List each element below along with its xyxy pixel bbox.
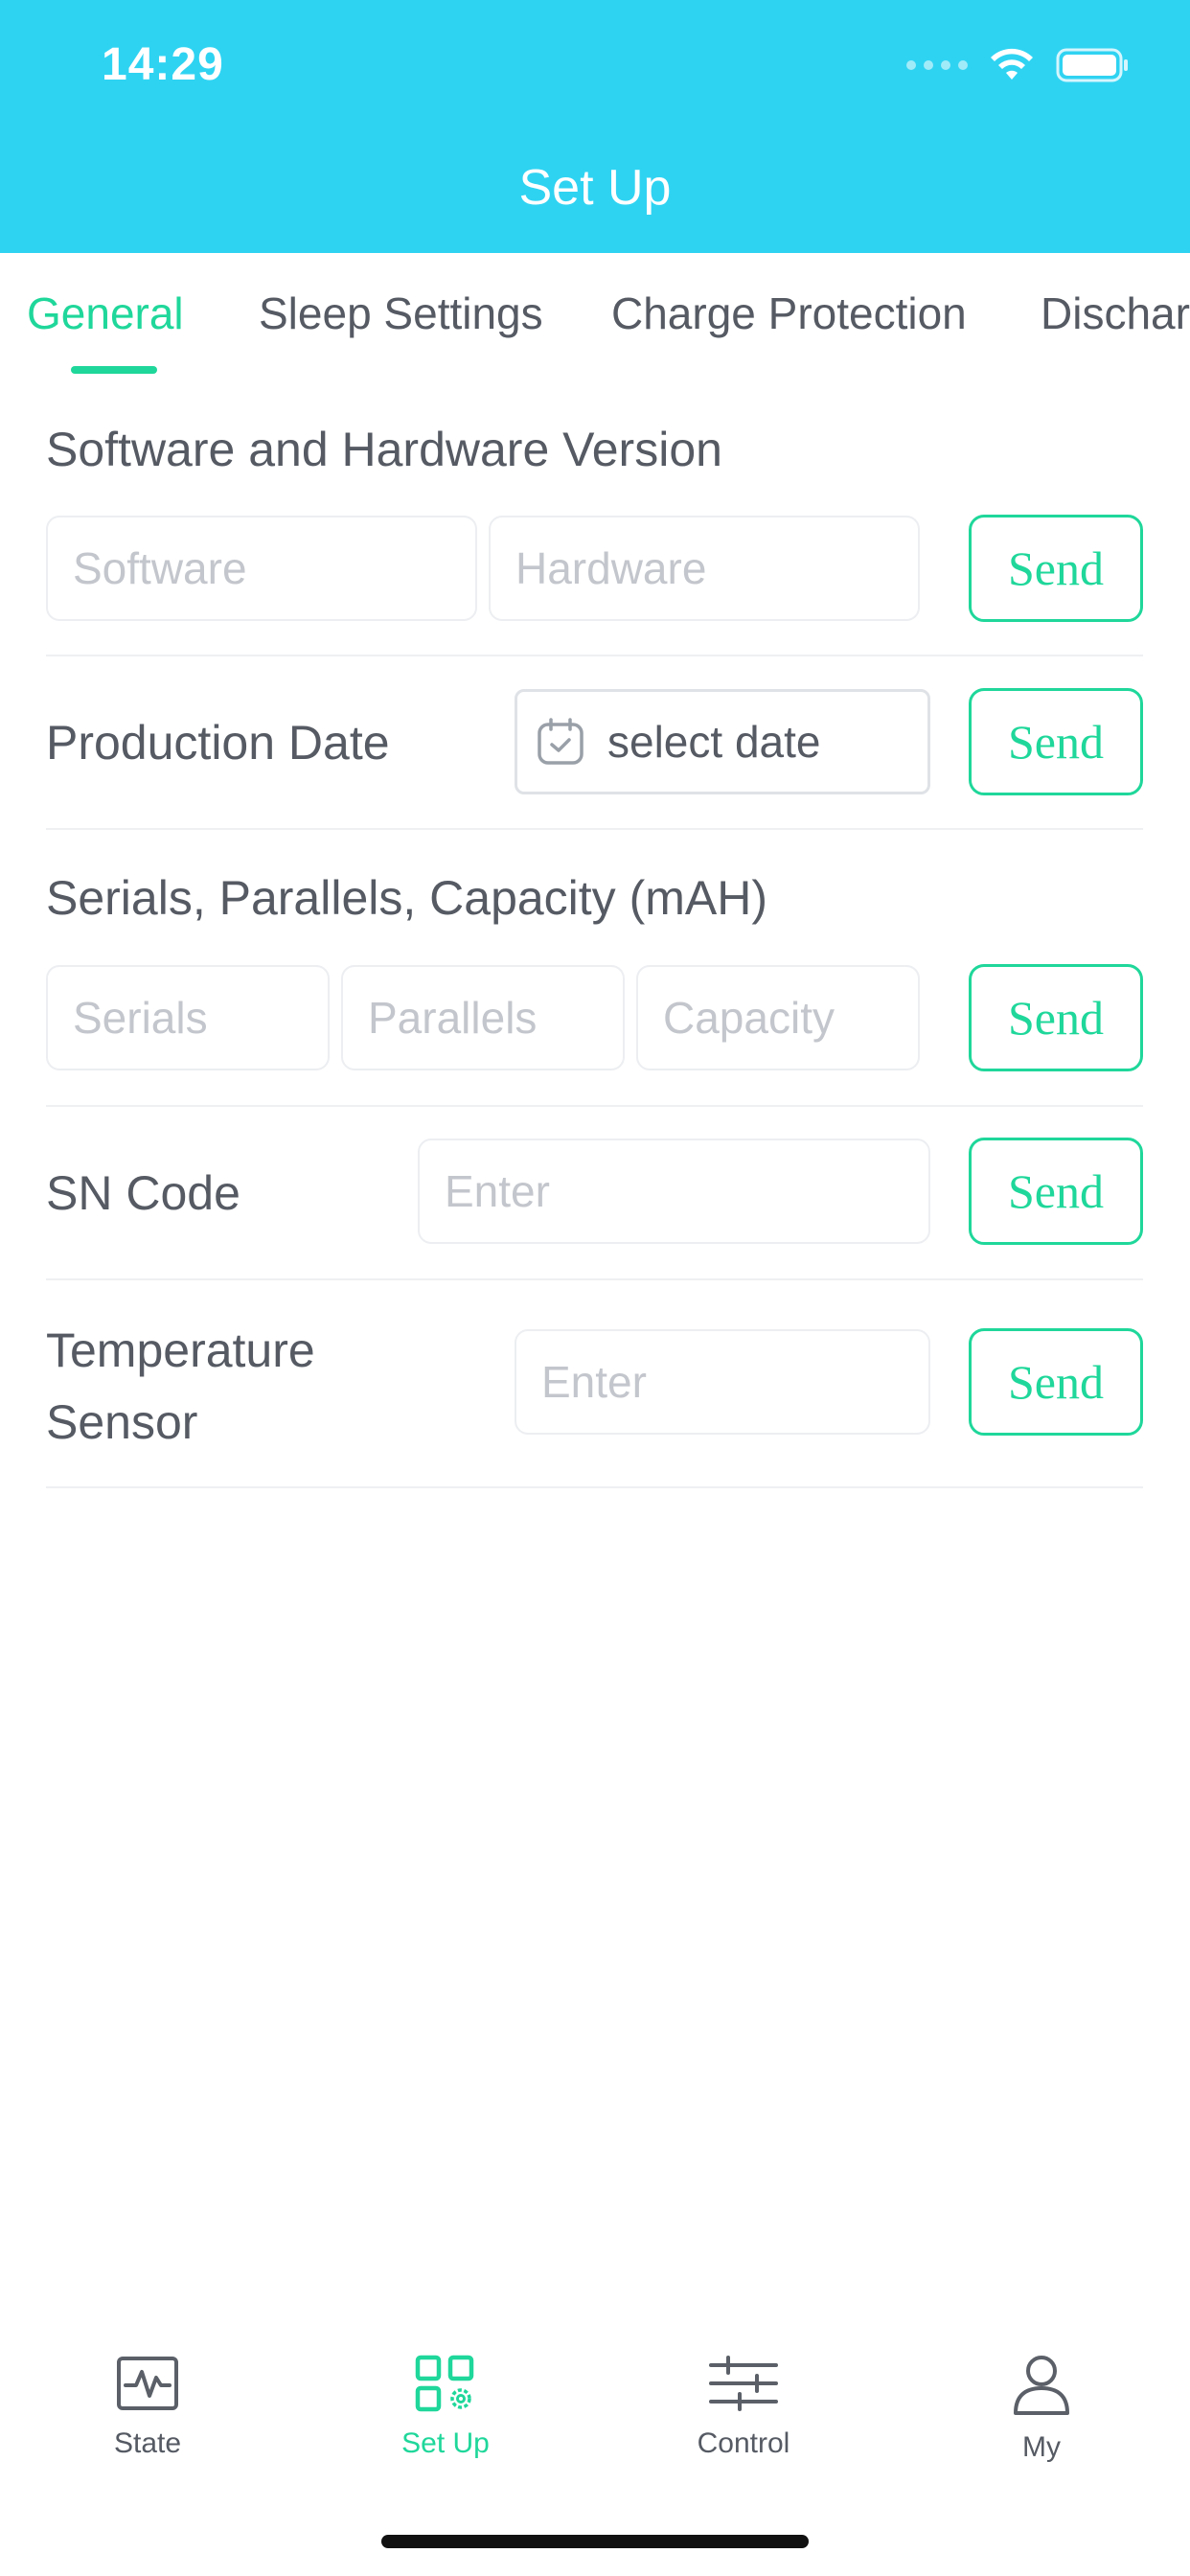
status-icons bbox=[906, 44, 1131, 86]
temperature-sensor-label-line1: Temperature bbox=[46, 1323, 315, 1377]
bottom-tab-bar: State Set Up Control My bbox=[0, 2319, 1190, 2472]
tabbar-setup-label: Set Up bbox=[401, 2427, 490, 2459]
config-send-button[interactable]: Send bbox=[969, 964, 1143, 1071]
production-date-picker[interactable]: select date bbox=[515, 689, 930, 794]
production-date-label: Production Date bbox=[46, 716, 390, 770]
tab-charge-protection[interactable]: Charge Protection bbox=[611, 288, 967, 339]
config-section-title: Serials, Parallels, Capacity (mAH) bbox=[46, 871, 767, 925]
tabbar-setup[interactable]: Set Up bbox=[350, 2354, 541, 2460]
tabbar-state-label: State bbox=[113, 2427, 182, 2459]
home-indicator[interactable] bbox=[381, 2535, 809, 2548]
version-send-button[interactable]: Send bbox=[969, 515, 1143, 622]
divider bbox=[46, 1105, 1143, 1107]
version-section-title: Software and Hardware Version bbox=[46, 423, 722, 476]
sliders-icon bbox=[709, 2356, 778, 2411]
temperature-sensor-label-line2: Sensor bbox=[46, 1395, 198, 1449]
tab-general[interactable]: General bbox=[27, 288, 184, 339]
tabbar-my[interactable]: My bbox=[946, 2354, 1137, 2464]
parallels-input[interactable]: Parallels bbox=[341, 965, 625, 1070]
pulse-icon bbox=[117, 2357, 178, 2410]
cellular-signal-icon bbox=[906, 60, 968, 70]
divider bbox=[46, 828, 1143, 830]
tabbar-control[interactable]: Control bbox=[648, 2354, 839, 2460]
sn-code-label: SN Code bbox=[46, 1166, 240, 1220]
tabbar-my-label: My bbox=[1022, 2431, 1061, 2463]
tabbar-control-label: Control bbox=[697, 2427, 790, 2459]
tabbar-state[interactable]: State bbox=[52, 2354, 243, 2460]
software-input[interactable]: Software bbox=[46, 516, 477, 621]
sn-code-send-button[interactable]: Send bbox=[969, 1138, 1143, 1245]
divider bbox=[46, 1486, 1143, 1488]
divider bbox=[46, 1278, 1143, 1280]
user-icon bbox=[1014, 2356, 1069, 2415]
status-time: 14:29 bbox=[102, 39, 224, 90]
tab-sleep-settings[interactable]: Sleep Settings bbox=[259, 288, 543, 339]
wifi-icon bbox=[991, 48, 1033, 80]
settings-tabs: General Sleep Settings Charge Protection… bbox=[0, 253, 1190, 383]
page-title: Set Up bbox=[518, 160, 672, 216]
tab-discharge[interactable]: Dischar bbox=[1041, 288, 1190, 339]
temperature-sensor-input[interactable]: Enter bbox=[515, 1329, 930, 1435]
divider bbox=[46, 655, 1143, 656]
production-date-value: select date bbox=[607, 717, 821, 767]
serials-input[interactable]: Serials bbox=[46, 965, 330, 1070]
hardware-input[interactable]: Hardware bbox=[489, 516, 920, 621]
header-bar: 14:29 Set Up bbox=[0, 0, 1190, 253]
active-tab-indicator bbox=[71, 366, 157, 374]
production-date-send-button[interactable]: Send bbox=[969, 688, 1143, 795]
battery-icon bbox=[1056, 48, 1128, 82]
sn-code-input[interactable]: Enter bbox=[418, 1138, 930, 1244]
capacity-input[interactable]: Capacity bbox=[636, 965, 920, 1070]
grid-settings-icon bbox=[415, 2355, 474, 2412]
temperature-sensor-send-button[interactable]: Send bbox=[969, 1328, 1143, 1436]
calendar-icon bbox=[538, 718, 584, 765]
